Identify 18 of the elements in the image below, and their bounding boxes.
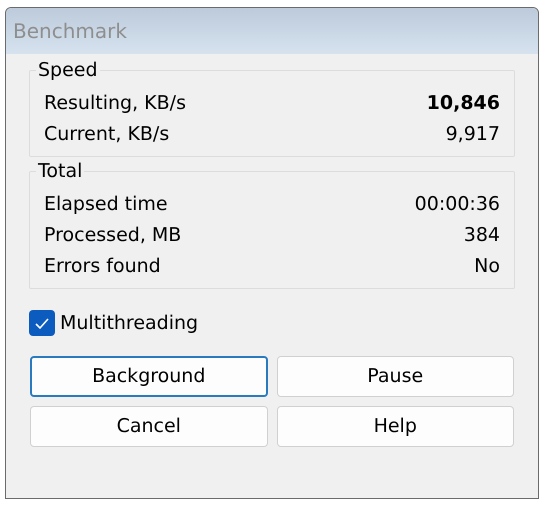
field-value: 384: [464, 223, 500, 248]
field-label: Resulting, KB/s: [44, 91, 186, 116]
field-value: 9,917: [446, 122, 500, 148]
checkbox-label: Multithreading: [60, 311, 198, 336]
field-value: 10,846: [426, 91, 500, 116]
window-title: Benchmark: [13, 18, 127, 45]
checkmark-icon: [35, 318, 49, 329]
dialog-button[interactable]: Help: [276, 406, 514, 446]
dialog-button[interactable]: Pause: [276, 356, 514, 396]
field-value: 00:00:36: [414, 192, 500, 218]
field-label: Current, KB/s: [44, 122, 170, 148]
field-label: Processed, MB: [44, 223, 182, 248]
dialog-button[interactable]: Background: [30, 356, 268, 396]
dialog-button[interactable]: Cancel: [30, 406, 268, 446]
field-value: No: [474, 254, 500, 280]
checkbox[interactable]: [29, 310, 55, 336]
field-label: Errors found: [44, 254, 161, 280]
field-label: Elapsed time: [44, 192, 168, 218]
